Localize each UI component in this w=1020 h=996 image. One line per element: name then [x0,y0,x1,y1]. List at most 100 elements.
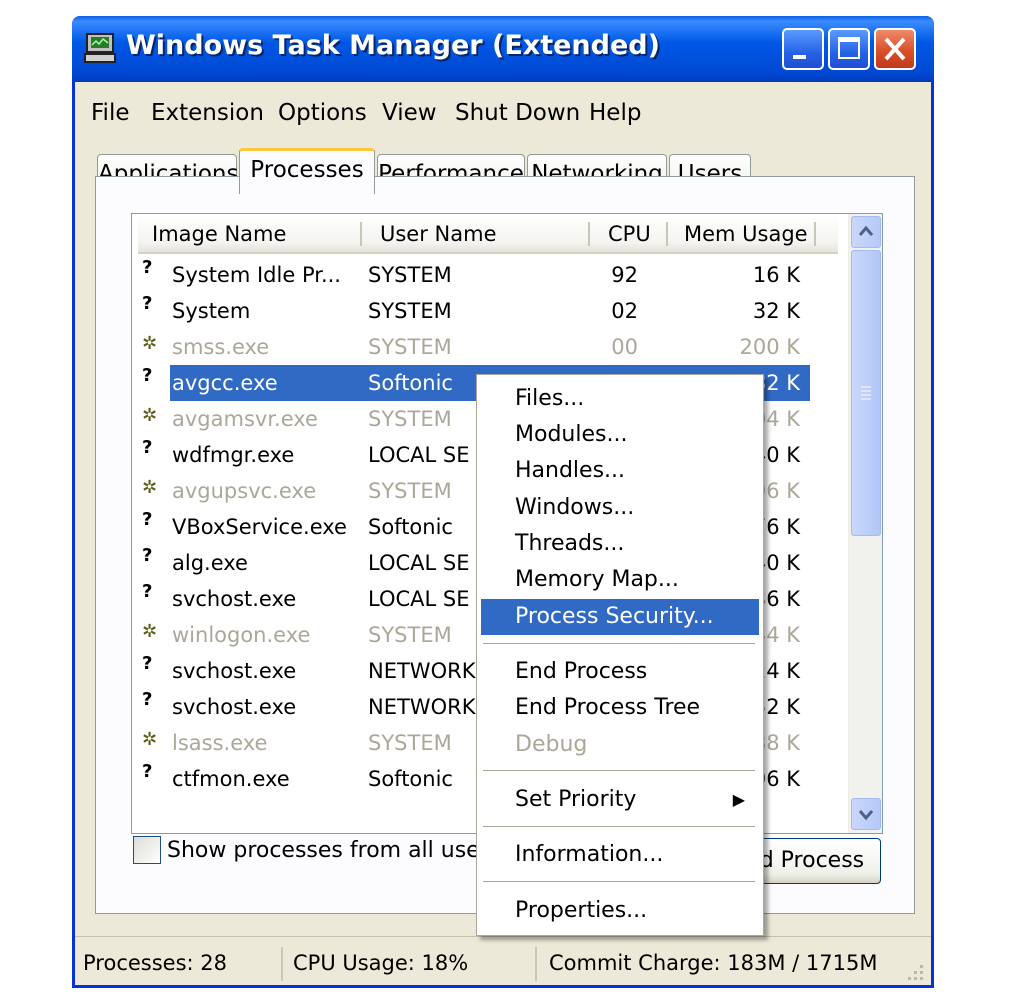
process-name: wdfmgr.exe [172,443,295,467]
process-name: alg.exe [172,551,248,575]
process-name: smss.exe [172,335,270,359]
process-cpu: 02 [611,299,638,323]
maximize-button[interactable] [828,28,870,70]
process-name: svchost.exe [172,659,297,683]
show-all-users-checkbox[interactable] [133,836,161,864]
unknown-process-icon: ? [142,437,153,458]
column-user-name[interactable]: User Name [380,214,580,252]
process-row[interactable]: ? System SYSTEM 02 32 K [132,293,832,329]
menu-file[interactable]: File [91,100,130,126]
process-user: LOCAL SE [368,443,470,467]
menu-item-end-process[interactable]: End Process [481,654,759,690]
process-cpu: 92 [611,263,638,287]
list-header: Image Name User Name CPU Mem Usage [138,214,838,254]
column-divider[interactable] [666,222,668,246]
column-divider[interactable] [588,222,590,246]
process-name: winlogon.exe [172,623,311,647]
menu-separator [483,643,755,645]
grip-lines-icon [861,386,871,400]
menu-item-process-security[interactable]: Process Security... [481,599,759,635]
process-mem: 200 K [739,335,800,359]
menu-item-set-priority[interactable]: Set Priority ▶ [481,782,759,818]
minimize-icon [793,55,806,59]
process-name: System Idle Pr... [172,263,341,287]
process-user: SYSTEM [368,299,452,323]
menu-item-information[interactable]: Information... [481,837,759,873]
menu-item-modules[interactable]: Modules... [481,417,759,453]
menu-options[interactable]: Options [278,100,367,126]
scroll-up-button[interactable] [851,216,881,248]
menu-item-windows[interactable]: Windows... [481,490,759,526]
service-gear-icon: ✲ [142,333,158,354]
service-gear-icon: ✲ [142,405,158,426]
column-divider[interactable] [360,222,362,246]
column-mem-usage[interactable]: Mem Usage [684,214,814,252]
unknown-process-icon: ? [142,293,153,314]
minimize-button[interactable] [782,28,824,70]
column-image-name[interactable]: Image Name [152,214,358,252]
menu-shut-down[interactable]: Shut Down [455,100,580,126]
menu-item-threads[interactable]: Threads... [481,526,759,562]
menu-bar: File Extension Options View Shut Down He… [75,82,931,126]
status-commit-charge: Commit Charge: 183M / 1715M [549,951,878,975]
status-bar: Processes: 28 CPU Usage: 18% Commit Char… [75,936,931,988]
unknown-process-icon: ? [142,689,153,710]
column-divider[interactable] [814,222,816,246]
resize-grip-icon[interactable] [905,962,925,982]
process-name: VBoxService.exe [172,515,347,539]
chevron-up-icon [858,225,874,236]
close-button[interactable] [874,28,916,70]
title-bar[interactable]: Windows Task Manager (Extended) [72,16,934,82]
unknown-process-icon: ? [142,761,153,782]
close-icon [884,37,906,61]
process-user: SYSTEM [368,407,452,431]
process-name: avgamsvr.exe [172,407,318,431]
vertical-scrollbar[interactable] [848,214,882,833]
status-divider [281,947,283,981]
menu-separator [483,770,755,772]
submenu-arrow-icon: ▶ [732,790,745,809]
menu-item-properties[interactable]: Properties... [481,893,759,929]
scroll-down-button[interactable] [851,798,881,830]
unknown-process-icon: ? [142,653,153,674]
column-cpu[interactable]: CPU [608,214,658,252]
process-row[interactable]: ✲ smss.exe SYSTEM 00 200 K [132,329,832,365]
process-mem: 32 K [752,299,800,323]
process-user: NETWORK [368,695,476,719]
process-row[interactable]: ? System Idle Pr... SYSTEM 92 16 K [132,257,832,293]
unknown-process-icon: ? [142,365,153,386]
menu-help[interactable]: Help [589,100,641,126]
status-divider [535,947,537,981]
scroll-thumb[interactable] [851,250,881,536]
status-processes: Processes: 28 [83,951,227,975]
menu-item-files[interactable]: Files... [481,381,759,417]
service-gear-icon: ✲ [142,621,158,642]
process-name: ctfmon.exe [172,767,290,791]
menu-item-debug: Debug [515,732,588,757]
menu-item-handles[interactable]: Handles... [481,453,759,489]
process-user: LOCAL SE [368,587,470,611]
menu-item-end-process-tree[interactable]: End Process Tree [481,690,759,726]
menu-item-memory-map[interactable]: Memory Map... [481,562,759,598]
window-title: Windows Task Manager (Extended) [126,30,660,61]
process-user: SYSTEM [368,263,452,287]
chevron-down-icon [858,810,874,821]
process-user: LOCAL SE [368,551,470,575]
unknown-process-icon: ? [142,257,153,278]
task-manager-icon [84,33,116,63]
menu-view[interactable]: View [382,100,437,126]
process-user: Softonic [368,767,453,791]
set-priority-label: Set Priority [515,787,637,812]
process-user: SYSTEM [368,335,452,359]
show-all-users-label[interactable]: Show processes from all users [167,838,500,863]
process-name: svchost.exe [172,695,297,719]
unknown-process-icon: ? [142,509,153,530]
menu-separator [483,826,755,828]
menu-extension[interactable]: Extension [151,100,264,126]
service-gear-icon: ✲ [142,477,158,498]
process-name: avgcc.exe [172,371,278,395]
process-user: NETWORK [368,659,476,683]
maximize-icon [838,37,860,59]
tab-processes[interactable]: Processes [239,148,375,194]
process-name: avgupsvc.exe [172,479,317,503]
